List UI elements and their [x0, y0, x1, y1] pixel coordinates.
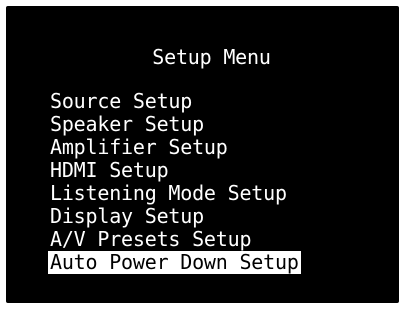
osd-screen: Setup Menu Source Setup Speaker Setup Am… [6, 6, 399, 303]
menu-item-auto-power-down-setup[interactable]: Auto Power Down Setup [48, 251, 301, 274]
menu-item-source-setup[interactable]: Source Setup [48, 90, 301, 113]
menu-title: Setup Menu [152, 45, 271, 69]
menu-item-amplifier-setup[interactable]: Amplifier Setup [48, 136, 301, 159]
setup-menu-list: Source Setup Speaker Setup Amplifier Set… [48, 90, 301, 274]
menu-item-display-setup[interactable]: Display Setup [48, 205, 301, 228]
menu-item-hdmi-setup[interactable]: HDMI Setup [48, 159, 301, 182]
menu-item-speaker-setup[interactable]: Speaker Setup [48, 113, 301, 136]
menu-item-av-presets-setup[interactable]: A/V Presets Setup [48, 228, 301, 251]
menu-item-listening-mode-setup[interactable]: Listening Mode Setup [48, 182, 301, 205]
